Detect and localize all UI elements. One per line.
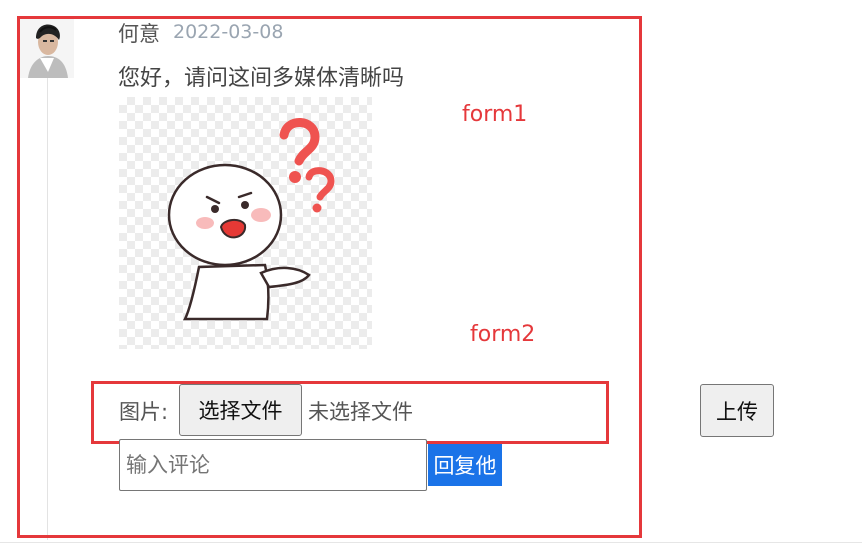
comment-username[interactable]: 何意 [118,18,160,48]
confused-sticker-icon [167,118,335,321]
sticker-image [119,97,372,349]
comment-date: 2022-03-08 [173,21,284,43]
upload-button[interactable]: 上传 [700,384,774,437]
divider [0,542,862,543]
comment-input[interactable] [119,439,427,491]
choose-file-button[interactable]: 选择文件 [179,384,302,436]
image-field-label: 图片: [119,400,169,424]
form2-annotation-label: form2 [470,322,536,347]
comment-text: 您好，请问这间多媒体清晰吗 [118,66,405,91]
reply-button[interactable]: 回复他 [428,444,502,486]
file-status-text: 未选择文件 [308,400,413,424]
form1-annotation-label: form1 [462,102,528,127]
